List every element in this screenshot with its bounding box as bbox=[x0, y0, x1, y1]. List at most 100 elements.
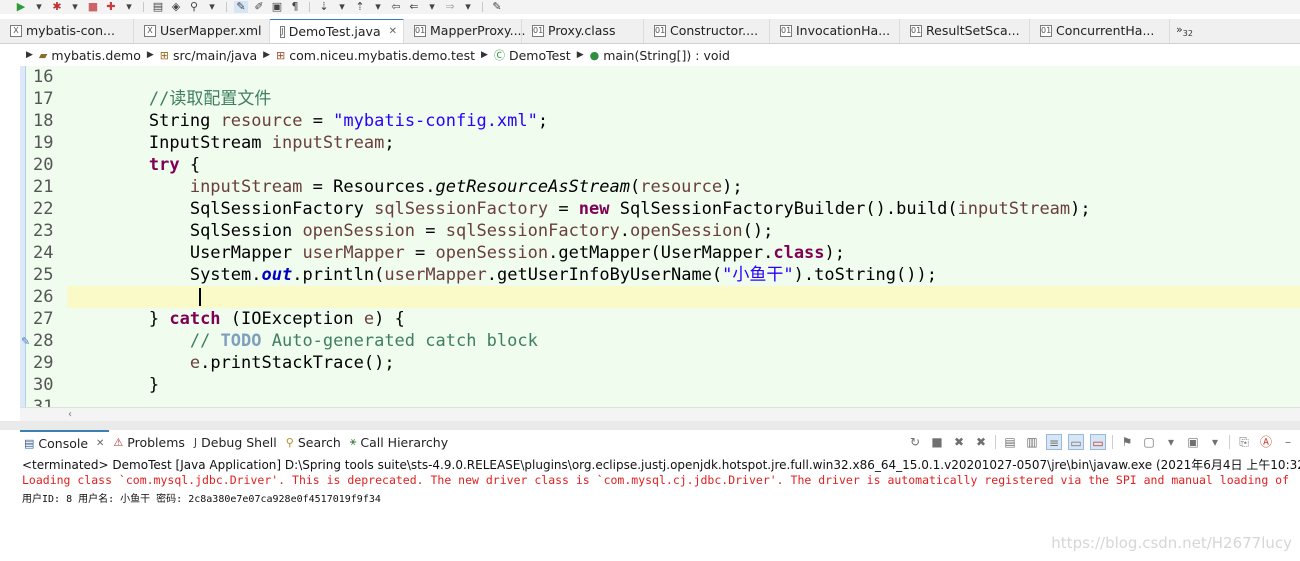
code-line[interactable]: 31 bbox=[20, 396, 1300, 407]
show-whitespace-icon[interactable]: ¶ bbox=[288, 1, 302, 13]
breadcrumb-item[interactable]: ⊞ src/main/java bbox=[160, 48, 257, 63]
view-tab-debug-shell[interactable]: J Debug Shell bbox=[190, 430, 282, 454]
breadcrumb-item[interactable]: Ⓒ DemoTest bbox=[494, 47, 571, 63]
new-class-icon[interactable]: ◈ bbox=[169, 1, 183, 13]
editor-tab[interactable]: 01 ResultSetSca... bbox=[900, 19, 1030, 43]
block-selection-icon[interactable]: ▣ bbox=[270, 1, 284, 13]
code-line[interactable]: 20 try { bbox=[20, 154, 1300, 176]
view-tab-label: Call Hierarchy bbox=[360, 434, 449, 450]
code-line[interactable]: 26 bbox=[20, 286, 1300, 308]
code-editor[interactable]: 16 17 //读取配置文件 18 String resource = "mybat… bbox=[20, 66, 1300, 407]
class-file-icon: 01 bbox=[1040, 24, 1052, 37]
editor-tab[interactable]: 01 MapperProxy.... bbox=[404, 19, 526, 43]
breadcrumb-item[interactable]: ⊞ com.niceu.mybatis.demo.test bbox=[276, 48, 475, 63]
dropdown-icon[interactable]: ▾ bbox=[371, 1, 385, 13]
code-line[interactable]: 25 System.out.println(userMapper.getUser… bbox=[20, 264, 1300, 286]
editor-tab[interactable]: 01 InvocationHa... bbox=[770, 19, 900, 43]
show-on-stderr-icon[interactable]: ▭ bbox=[1090, 434, 1106, 450]
editor-tab[interactable]: Xmybatis-con... bbox=[0, 19, 134, 43]
spring-boot-icon[interactable]: Ⓐ bbox=[1258, 434, 1274, 450]
highlight-icon[interactable]: ✐ bbox=[252, 1, 266, 13]
forward-icon[interactable]: ⇒ bbox=[443, 1, 457, 13]
line-number: 28 bbox=[33, 331, 54, 351]
todo-marker-icon[interactable]: ✎ bbox=[21, 335, 30, 348]
next-annotation-icon[interactable]: ⇣ bbox=[317, 1, 331, 13]
code-line[interactable]: 21 inputStream = Resources.getResourceAs… bbox=[20, 176, 1300, 198]
editor-tab[interactable]: 01 ConcurrentHa... bbox=[1030, 19, 1170, 43]
relaunch-icon[interactable]: ↻ bbox=[907, 434, 923, 450]
class-file-icon: 01 bbox=[654, 24, 666, 37]
editor-horizontal-scrollbar[interactable]: ‹ bbox=[20, 407, 1300, 421]
dropdown-icon[interactable]: ▾ bbox=[1163, 434, 1179, 450]
dropdown-icon[interactable]: ▾ bbox=[335, 1, 349, 13]
line-number: 19 bbox=[33, 133, 54, 153]
console-output[interactable]: <terminated> DemoTest [Java Application]… bbox=[20, 454, 1300, 561]
search-icon[interactable]: ⚲ bbox=[187, 1, 201, 13]
code-line[interactable]: 22 SqlSessionFactory sqlSessionFactory =… bbox=[20, 198, 1300, 220]
view-tab-label: Problems bbox=[127, 434, 185, 450]
code-line[interactable]: 29 e.printStackTrace(); bbox=[20, 352, 1300, 374]
view-tab-problems[interactable]: ⚠ Problems bbox=[109, 430, 190, 454]
last-edit-icon[interactable]: ⇦ bbox=[389, 1, 403, 13]
word-wrap-icon[interactable]: ≡ bbox=[1046, 434, 1062, 450]
code-line[interactable]: 27 } catch (IOException e) { bbox=[20, 308, 1300, 330]
back-icon[interactable]: ⇐ bbox=[407, 1, 421, 13]
editor-tab[interactable]: 01 Proxy.class bbox=[522, 19, 644, 43]
view-tab-search[interactable]: ⚲ Search bbox=[282, 430, 346, 454]
prev-annotation-icon[interactable]: ⇡ bbox=[353, 1, 367, 13]
dropdown-icon[interactable]: ▾ bbox=[122, 1, 136, 13]
scroll-lock-icon[interactable]: ▥ bbox=[1024, 434, 1040, 450]
code-text bbox=[67, 286, 1300, 308]
remove-launch-icon[interactable]: ✖ bbox=[951, 434, 967, 450]
code-line[interactable]: 28 // TODO Auto-generated catch block bbox=[20, 330, 1300, 352]
clear-console-icon[interactable]: ▤ bbox=[1002, 434, 1018, 450]
view-splitter[interactable] bbox=[0, 421, 1300, 430]
code-line[interactable]: 30 } bbox=[20, 374, 1300, 396]
code-line[interactable]: 24 UserMapper userMapper = openSession.g… bbox=[20, 242, 1300, 264]
breadcrumb-item[interactable]: ● main(String[]) : void bbox=[590, 48, 730, 63]
code-line[interactable]: 17 //读取配置文件 bbox=[20, 88, 1300, 110]
stop-icon[interactable]: ■ bbox=[86, 1, 100, 13]
open-console-icon[interactable]: ▣ bbox=[1185, 434, 1201, 450]
scroll-left-icon[interactable]: ‹ bbox=[68, 408, 72, 421]
view-tab-console[interactable]: ▤ Console ✕ bbox=[20, 430, 110, 454]
external-tools-icon[interactable]: ✚ bbox=[104, 1, 118, 13]
dropdown-icon[interactable]: ▾ bbox=[1207, 434, 1223, 450]
editor-tab[interactable]: 01 Constructor.... bbox=[644, 19, 770, 43]
console-view-tabs: ▤ Console ✕ ⚠ Problems J Debug Shell ⚲ Search ⚹ Ca… bbox=[20, 430, 1300, 454]
editor-tab[interactable]: J DemoTest.java ✕ bbox=[270, 19, 404, 43]
code-text: } catch (IOException e) { bbox=[67, 309, 405, 329]
editor-tab[interactable]: X UserMapper.xml bbox=[134, 19, 270, 43]
view-tab-call-hierarchy[interactable]: ⚹ Call Hierarchy bbox=[346, 430, 453, 454]
dropdown-icon[interactable]: ▾ bbox=[68, 1, 82, 13]
dropdown-icon[interactable]: ▾ bbox=[32, 1, 46, 13]
code-line[interactable]: 19 InputStream inputStream; bbox=[20, 132, 1300, 154]
code-line[interactable]: 23 SqlSession openSession = sqlSessionFa… bbox=[20, 220, 1300, 242]
dropdown-icon[interactable]: ▾ bbox=[461, 1, 475, 13]
dropdown-icon[interactable]: ▾ bbox=[425, 1, 439, 13]
main-toolbar: ▶ ▾ ✱ ▾ ■ ✚ ▾ ▤ ◈ ⚲ ▾ ✎ ✐ ▣ ¶ ⇣ ▾ ⇡ ▾ ⇦ … bbox=[0, 0, 1300, 14]
minimize-icon[interactable]: – bbox=[1280, 434, 1296, 450]
open-type-icon[interactable]: ▤ bbox=[151, 1, 165, 13]
tab-overflow-button[interactable]: »32 bbox=[1170, 23, 1199, 38]
run-icon[interactable]: ▶ bbox=[14, 1, 28, 13]
terminate-icon[interactable]: ■ bbox=[929, 434, 945, 450]
code-line[interactable]: 18 String resource = "mybatis-config.xml… bbox=[20, 110, 1300, 132]
close-icon[interactable]: ✕ bbox=[96, 438, 104, 449]
debug-icon[interactable]: ✱ bbox=[50, 1, 64, 13]
watermark: https://blog.csdn.net/H2677lucy bbox=[1051, 534, 1292, 552]
show-on-stdout-icon[interactable]: ▭ bbox=[1068, 434, 1084, 450]
copy-icon[interactable]: ⎘ bbox=[1236, 434, 1252, 450]
toggle-mark-icon[interactable]: ✎ bbox=[234, 1, 248, 13]
code-line[interactable]: 16 bbox=[20, 66, 1300, 88]
code-text: // TODO Auto-generated catch block bbox=[189, 331, 538, 351]
remove-all-terminated-icon[interactable]: ✖ bbox=[973, 434, 989, 450]
edit-icon[interactable]: ✎ bbox=[490, 1, 504, 13]
close-icon[interactable]: ✕ bbox=[389, 26, 397, 37]
breadcrumb-item[interactable]: ▰ mybatis.demo bbox=[39, 48, 141, 63]
toolbar-separator bbox=[1112, 435, 1113, 449]
dropdown-icon[interactable]: ▾ bbox=[205, 1, 219, 13]
pin-console-icon[interactable]: ⚑ bbox=[1119, 434, 1135, 450]
display-selected-console-icon[interactable]: ▢ bbox=[1141, 434, 1157, 450]
code-text: SqlSessionFactory sqlSessionFactory = ne… bbox=[189, 199, 1091, 219]
